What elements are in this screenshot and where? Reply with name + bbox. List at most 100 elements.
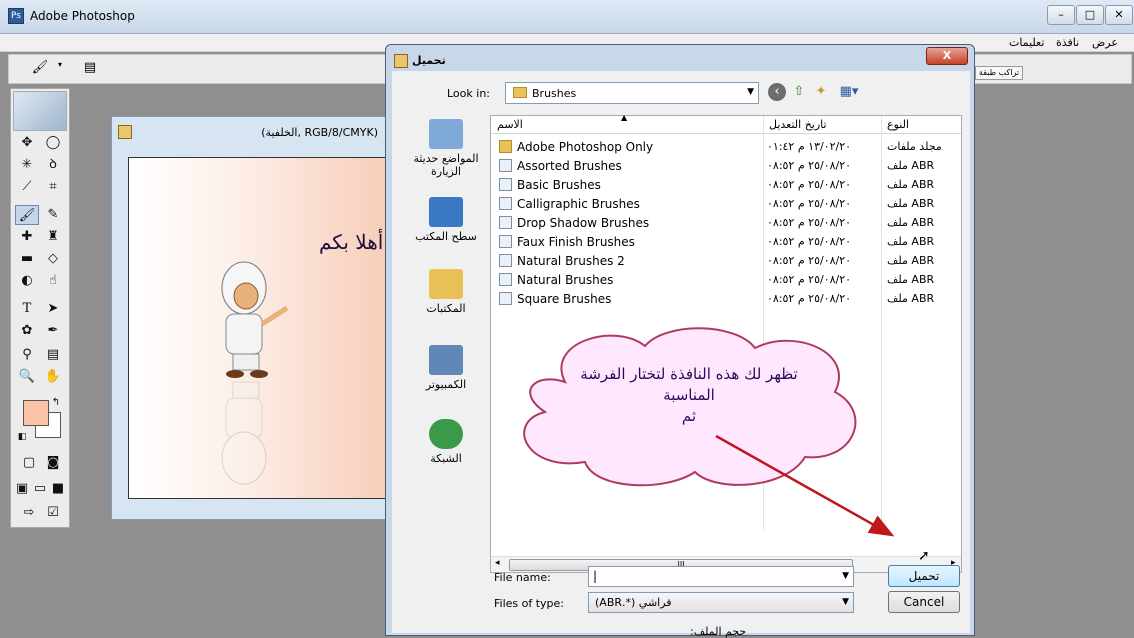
- document-canvas[interactable]: أهلا بكم: [128, 157, 390, 499]
- document-title: (RGB/8/CMYK ,الخلفية): [261, 126, 378, 139]
- menu-view[interactable]: عرض: [1092, 36, 1118, 49]
- preset-dropdown-icon[interactable]: ▾: [49, 60, 71, 78]
- lasso-icon[interactable]: ꝺ: [41, 155, 65, 175]
- file-date: ٢٥/٠٨/٢٠ م ٠٨:٥٢: [767, 216, 852, 229]
- column-name-header[interactable]: الاسم: [497, 118, 523, 131]
- brush-file-icon: [499, 254, 512, 267]
- place-libraries[interactable]: المكتبات: [404, 269, 488, 315]
- dodge-tool-icon[interactable]: ◐: [15, 271, 39, 291]
- hand-tool-icon[interactable]: ✋: [41, 367, 65, 387]
- eraser-tool-icon[interactable]: ◇: [41, 249, 65, 269]
- back-icon[interactable]: ‹: [768, 83, 786, 101]
- brush-palette-icon[interactable]: ▤: [79, 60, 101, 78]
- column-date-header[interactable]: تاريخ التعديل: [769, 118, 827, 131]
- eyedropper-icon[interactable]: ⚲: [15, 345, 39, 365]
- file-name-input[interactable]: | ▼: [588, 566, 854, 587]
- maximize-icon[interactable]: □: [1076, 5, 1104, 25]
- place-recent-label: المواضع حديثة الزيارة: [413, 152, 479, 178]
- slice-tool-icon[interactable]: ⟋: [15, 177, 39, 197]
- quick-mask-icon[interactable]: ◙: [41, 453, 65, 473]
- sort-up-icon: ▲: [621, 113, 628, 122]
- file-type-dropdown[interactable]: فراشي (*.ABR) ▼: [588, 592, 854, 613]
- file-type: ملف ABR: [887, 292, 935, 305]
- minimize-icon[interactable]: –: [1047, 5, 1075, 25]
- file-type: ملف ABR: [887, 273, 935, 286]
- recent-places-icon: [429, 119, 463, 149]
- type-tool-icon[interactable]: T: [15, 299, 39, 319]
- place-desktop[interactable]: سطح المكتب: [404, 197, 488, 243]
- file-date: ٢٥/٠٨/٢٠ م ٠٨:٥٢: [767, 273, 852, 286]
- palette-well-tab[interactable]: تراكب طبقة: [975, 66, 1023, 80]
- up-folder-icon[interactable]: ⇧: [790, 83, 808, 101]
- folder-icon: [513, 87, 527, 98]
- notes-tool-icon[interactable]: ▤: [41, 345, 65, 365]
- jump-to-imageready-icon[interactable]: ⇨: [17, 503, 41, 523]
- healing-brush-icon[interactable]: ✚: [15, 227, 39, 247]
- file-date: ٢٥/٠٨/٢٠ م ٠٨:٥٢: [767, 235, 852, 248]
- move-tool-icon[interactable]: ✥: [15, 133, 39, 153]
- foreground-color-swatch[interactable]: [23, 400, 49, 426]
- views-menu-icon[interactable]: ▦▾: [836, 83, 862, 101]
- text-caret: |: [593, 569, 598, 583]
- pencil-tool-icon[interactable]: ✎: [41, 205, 65, 225]
- brush-tool-preset-icon[interactable]: 🖌: [29, 60, 51, 78]
- gradient-tool-icon[interactable]: ▬: [15, 249, 39, 269]
- load-button[interactable]: تحميل: [888, 565, 960, 587]
- standard-mode-icon[interactable]: ▢: [17, 453, 41, 473]
- clone-stamp-icon[interactable]: ♜: [41, 227, 65, 247]
- file-name: Faux Finish Brushes: [517, 235, 635, 249]
- file-row[interactable]: Calligraphic Brushes ٢٥/٠٨/٢٠ م ٠٨:٥٢ ملف …: [491, 194, 961, 213]
- file-type: مجلد ملفات: [887, 140, 942, 153]
- close-window-icon[interactable]: ✕: [1105, 5, 1133, 25]
- file-type: ملف ABR: [887, 159, 935, 172]
- desktop-icon: [429, 197, 463, 227]
- place-desktop-label: سطح المكتب: [415, 230, 477, 243]
- pen-tool-icon[interactable]: ✒: [41, 321, 65, 341]
- file-row[interactable]: Faux Finish Brushes ٢٥/٠٨/٢٠ م ٠٨:٥٢ ملف A…: [491, 232, 961, 251]
- file-type: ملف ABR: [887, 197, 935, 210]
- smudge-tool-icon[interactable]: ☝: [41, 271, 65, 291]
- cancel-button[interactable]: Cancel: [888, 591, 960, 613]
- photoshop-title: Adobe Photoshop: [30, 9, 135, 23]
- chevron-down-icon[interactable]: ▼: [842, 571, 849, 581]
- place-recent[interactable]: المواضع حديثة الزيارة: [404, 119, 488, 178]
- file-row[interactable]: Adobe Photoshop Only ١٣/٠٢/٢٠ م ٠١:٤٢ مجلد…: [491, 137, 961, 156]
- screen-mode-full-menu-icon[interactable]: ▭: [31, 479, 49, 499]
- cartoon-character-icon: [221, 261, 289, 485]
- brush-tool-icon[interactable]: 🖌: [15, 205, 39, 225]
- place-network[interactable]: الشبكة: [404, 419, 488, 465]
- file-name: Drop Shadow Brushes: [517, 216, 650, 230]
- edit-checkbox-icon[interactable]: ☑: [41, 503, 65, 523]
- greeting-text: أهلا بكم: [319, 230, 384, 254]
- file-type: ملف ABR: [887, 254, 935, 267]
- brush-file-icon: [499, 273, 512, 286]
- path-selection-icon[interactable]: ➤: [41, 299, 65, 319]
- screen-mode-standard-icon[interactable]: ▣: [13, 479, 31, 499]
- brush-file-icon: [499, 216, 512, 229]
- dialog-close-button[interactable]: X: [926, 47, 968, 65]
- screen-mode-full-icon[interactable]: ■: [49, 479, 67, 499]
- libraries-icon: [429, 269, 463, 299]
- default-colors-icon[interactable]: ◧: [15, 427, 29, 447]
- new-folder-icon[interactable]: ✦: [812, 83, 830, 101]
- column-type-header[interactable]: النوع: [887, 118, 909, 131]
- menu-window[interactable]: نافذة: [1056, 36, 1079, 49]
- file-row[interactable]: Natural Brushes 2 ٢٥/٠٨/٢٠ م ٠٨:٥٢ ملف ABR: [491, 251, 961, 270]
- scroll-left-icon[interactable]: ◂: [495, 558, 500, 568]
- brush-file-icon: [499, 235, 512, 248]
- custom-shape-icon[interactable]: ✿: [15, 321, 39, 341]
- ellipse-marquee-icon[interactable]: ◯: [41, 133, 65, 153]
- menu-help[interactable]: تعليمات: [1009, 36, 1044, 49]
- file-row[interactable]: Assorted Brushes ٢٥/٠٨/٢٠ م ٠٨:٥٢ ملف ABR: [491, 156, 961, 175]
- zoom-tool-icon[interactable]: 🔍: [15, 367, 39, 387]
- place-computer[interactable]: الكمبيوتر: [404, 345, 488, 391]
- computer-icon: [429, 345, 463, 375]
- swap-colors-icon[interactable]: ↰: [49, 393, 63, 413]
- file-row[interactable]: Drop Shadow Brushes ٢٥/٠٨/٢٠ م ٠٨:٥٢ ملف A…: [491, 213, 961, 232]
- look-in-dropdown[interactable]: Brushes ▼: [505, 82, 759, 104]
- crop-tool-icon[interactable]: ⌗: [41, 177, 65, 197]
- magic-wand-icon[interactable]: ✳: [15, 155, 39, 175]
- file-row[interactable]: Square Brushes ٢٥/٠٨/٢٠ م ٠٨:٥٢ ملف ABR: [491, 289, 961, 308]
- file-row[interactable]: Basic Brushes ٢٥/٠٨/٢٠ م ٠٨:٥٢ ملف ABR: [491, 175, 961, 194]
- file-row[interactable]: Natural Brushes ٢٥/٠٨/٢٠ م ٠٨:٥٢ ملف ABR: [491, 270, 961, 289]
